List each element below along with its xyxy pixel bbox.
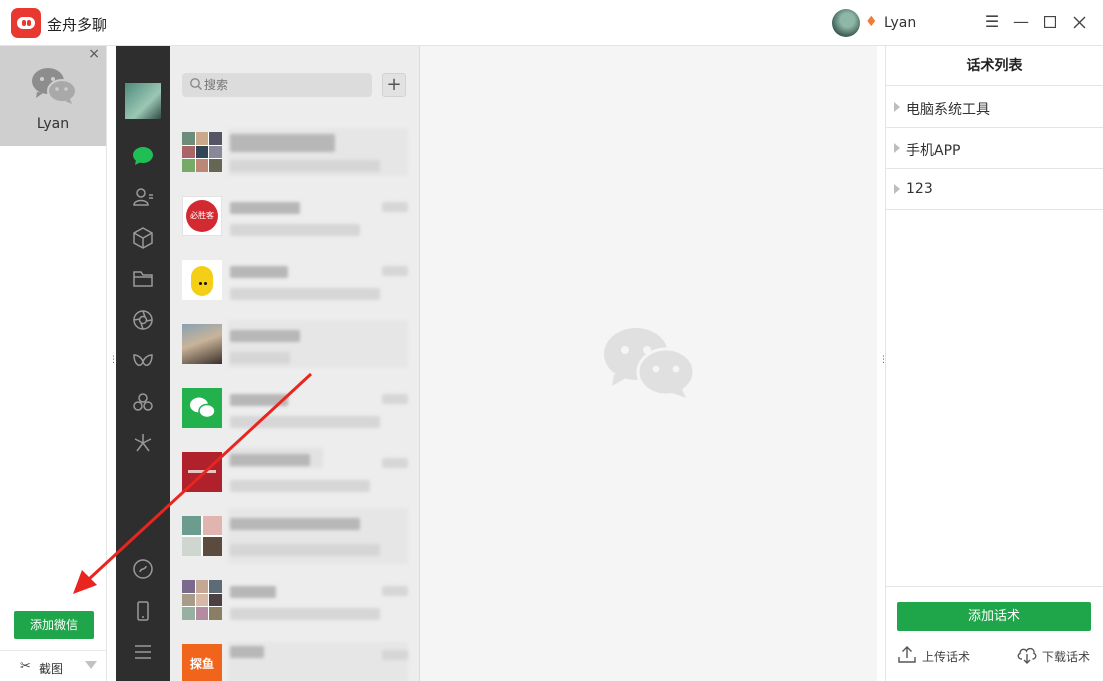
- app-window: 金舟多聊 ♦ Lyan ☰ — × Lyan 添加微信 ✂ 截图 ⋮ ⋮ 搜索 …: [0, 0, 1103, 681]
- add-chat-button[interactable]: +: [382, 73, 406, 97]
- account-name: Lyan: [36, 116, 70, 132]
- vip-diamond-icon: ♦: [865, 14, 878, 30]
- cloud-download-icon: [1017, 647, 1037, 664]
- chat-avatar: [182, 132, 222, 172]
- close-account-icon[interactable]: ×: [88, 46, 100, 62]
- minimize-icon[interactable]: —: [1012, 13, 1030, 31]
- user-avatar[interactable]: [832, 9, 860, 37]
- expand-triangle-icon[interactable]: [894, 184, 900, 194]
- moments-shutter-icon[interactable]: [131, 308, 155, 332]
- chat-avatar: [182, 452, 222, 492]
- scripts-panel: 话术列表 电脑系统工具 手机APP 123 添加话术 上传话术 下载话术: [885, 46, 1103, 681]
- chat-avatar: 探鱼: [182, 644, 222, 681]
- wechat-watermark-icon: [604, 328, 696, 398]
- script-category-item[interactable]: 123: [886, 169, 1103, 210]
- more-menu-icon[interactable]: [131, 640, 155, 664]
- chat-list: + 必胜客: [170, 46, 420, 681]
- script-category-label: 手机APP: [906, 143, 961, 159]
- channels-icon[interactable]: [131, 350, 155, 374]
- chat-list-item[interactable]: 必胜客: [170, 184, 419, 248]
- chat-list-item[interactable]: [170, 248, 419, 312]
- wechat-team-icon: [190, 397, 216, 419]
- title-bar: 金舟多聊 ♦ Lyan ☰ —: [0, 0, 1103, 46]
- scripts-panel-title: 话术列表: [886, 46, 1103, 86]
- favorites-cube-icon[interactable]: [131, 226, 155, 250]
- user-name[interactable]: Lyan: [884, 15, 916, 31]
- script-category-label: 电脑系统工具: [906, 102, 990, 118]
- screenshot-options-caret-icon[interactable]: [85, 661, 97, 669]
- search-input[interactable]: [204, 73, 364, 97]
- upload-icon: [898, 646, 916, 663]
- script-category-item[interactable]: 手机APP: [886, 128, 1103, 169]
- expand-triangle-icon[interactable]: [894, 102, 900, 112]
- account-card[interactable]: × Lyan: [0, 46, 106, 146]
- expand-triangle-icon[interactable]: [894, 143, 900, 153]
- close-icon[interactable]: [1070, 13, 1088, 31]
- download-scripts-button[interactable]: 下载话术: [1016, 644, 1101, 666]
- scripts-footer: 添加话术 上传话术 下载话术: [886, 586, 1103, 681]
- upload-scripts-button[interactable]: 上传话术: [897, 644, 982, 666]
- chat-avatar: [182, 516, 222, 556]
- chat-list-item[interactable]: [170, 312, 419, 376]
- mini-program-link-icon[interactable]: [131, 557, 155, 581]
- script-category-item[interactable]: 电脑系统工具: [886, 87, 1103, 128]
- scissors-icon[interactable]: ✂: [20, 659, 31, 674]
- script-category-label: 123: [906, 181, 933, 197]
- chat-list-item[interactable]: [170, 120, 419, 184]
- wechat-logo-icon: [32, 68, 77, 104]
- chat-avatar: [182, 388, 222, 428]
- files-folder-icon[interactable]: [131, 267, 155, 291]
- add-wechat-button[interactable]: 添加微信: [14, 611, 94, 639]
- chat-avatar: 必胜客: [182, 196, 222, 236]
- add-script-button[interactable]: 添加话术: [897, 602, 1091, 631]
- chat-main-area: [420, 46, 877, 681]
- wechat-sidebar: [116, 46, 170, 681]
- wechat-avatar[interactable]: [125, 83, 161, 119]
- chat-icon[interactable]: [131, 144, 155, 168]
- chat-avatar: [182, 580, 222, 620]
- search-discover-icon[interactable]: [131, 391, 155, 415]
- screenshot-button[interactable]: 截图: [39, 660, 63, 677]
- chat-avatar: [182, 324, 222, 364]
- menu-icon[interactable]: ☰: [983, 13, 1001, 31]
- search-box: [182, 73, 372, 97]
- chat-list-item[interactable]: [170, 376, 419, 440]
- chat-list-item[interactable]: 探鱼: [170, 632, 419, 681]
- maximize-icon[interactable]: [1041, 13, 1059, 31]
- contacts-icon[interactable]: [131, 185, 155, 209]
- chat-list-item[interactable]: [170, 440, 419, 504]
- chat-avatar: [182, 260, 222, 300]
- app-logo-icon: [11, 8, 41, 38]
- chat-list-item[interactable]: [170, 568, 419, 632]
- account-panel: × Lyan 添加微信 ✂ 截图: [0, 46, 107, 681]
- chat-list-item[interactable]: [170, 504, 419, 568]
- mini-programs-spark-icon[interactable]: [131, 431, 155, 455]
- search-icon: [190, 78, 202, 90]
- app-title: 金舟多聊: [47, 16, 108, 34]
- screenshot-bar: ✂ 截图: [0, 650, 106, 681]
- phone-icon[interactable]: [131, 599, 155, 623]
